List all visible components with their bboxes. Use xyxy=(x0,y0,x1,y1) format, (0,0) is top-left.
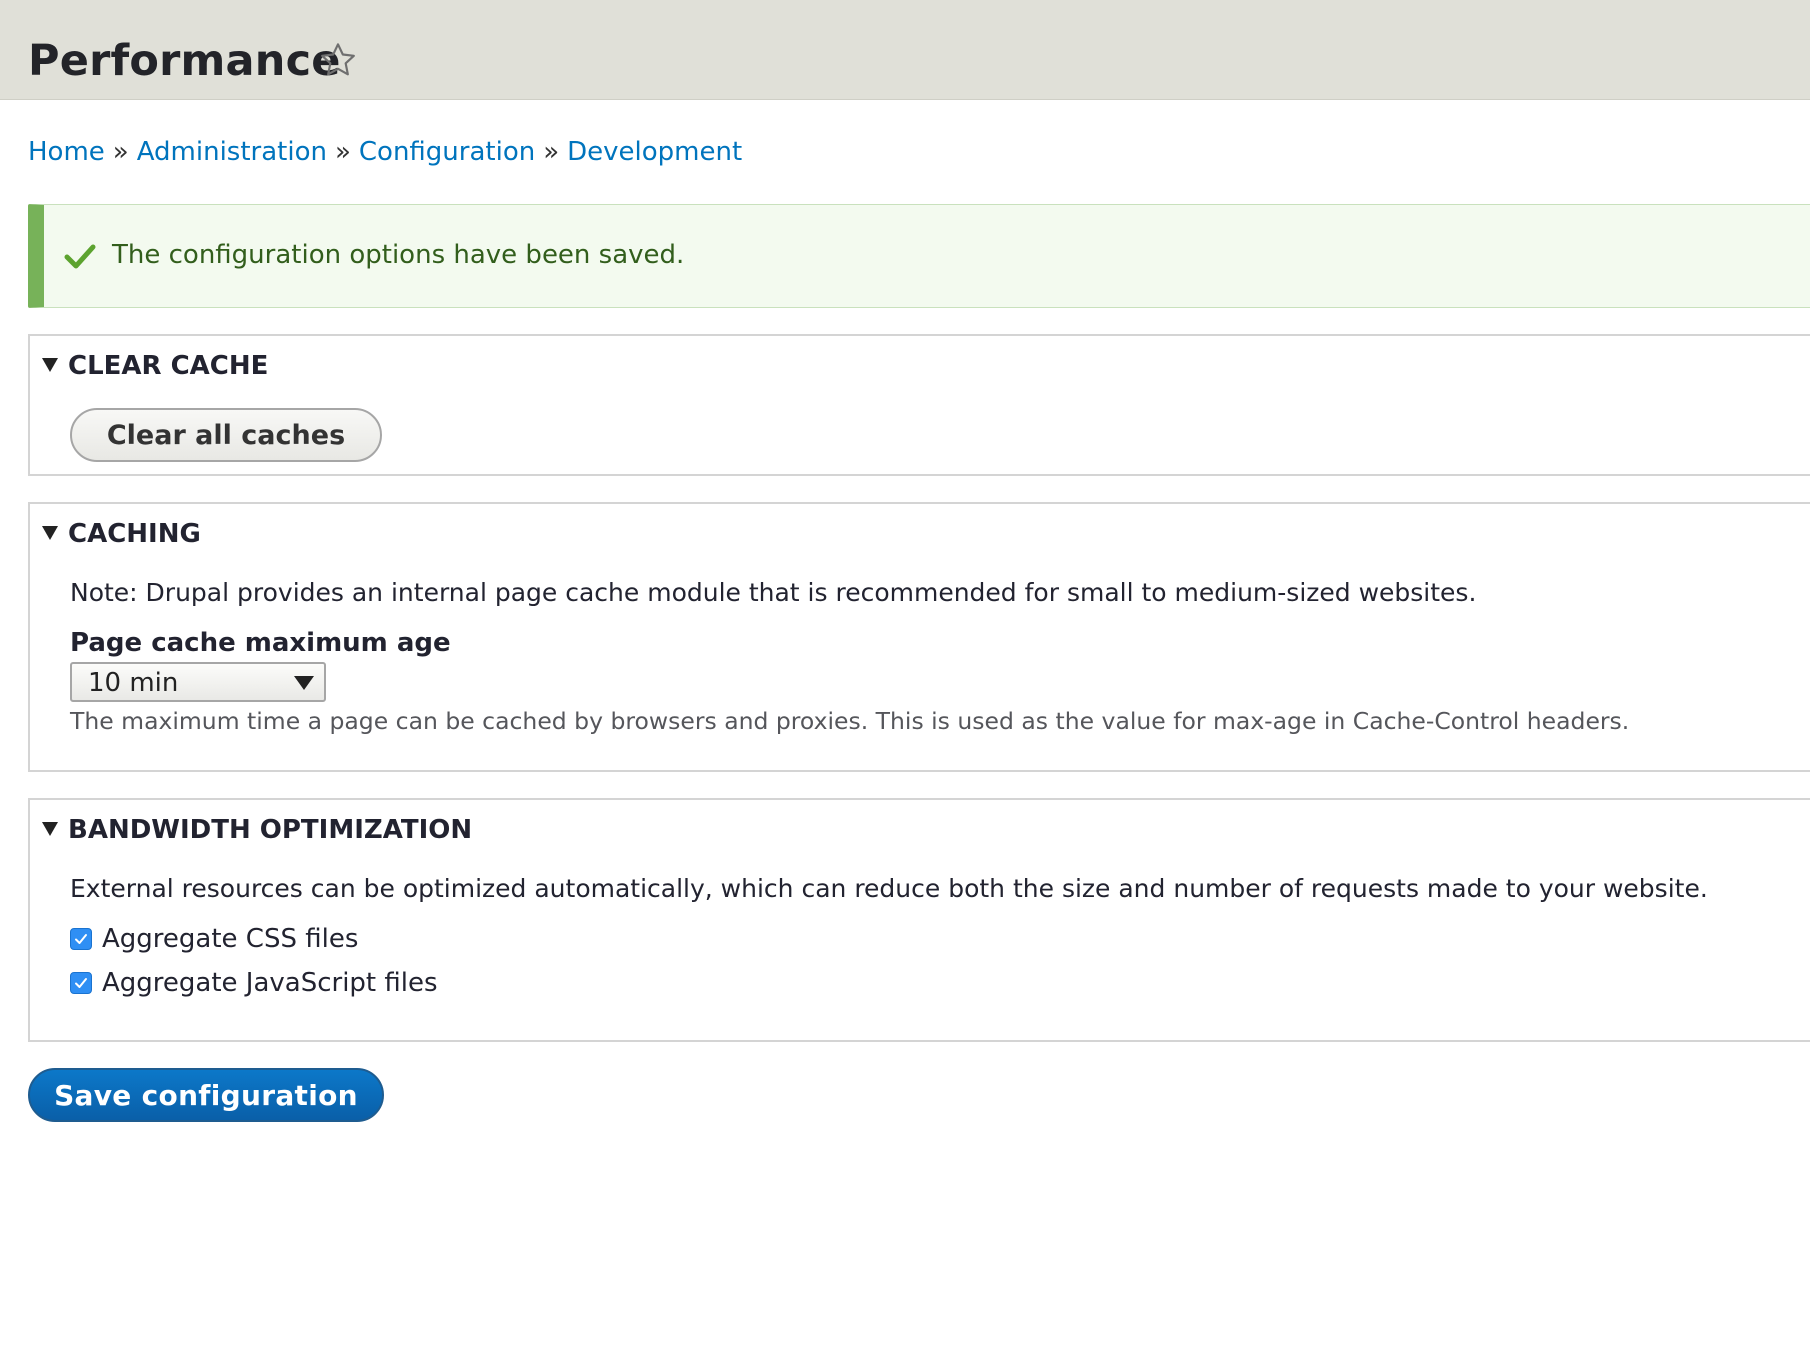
clear-cache-summary-toggle[interactable]: CLEAR CACHE xyxy=(42,350,268,382)
breadcrumb-link-configuration[interactable]: Configuration xyxy=(359,137,535,167)
page-title: Performance xyxy=(28,36,341,86)
bandwidth-summary-toggle[interactable]: BANDWIDTH OPTIMIZATION xyxy=(42,814,472,846)
dropdown-arrow-icon xyxy=(294,676,314,690)
breadcrumb-link-development[interactable]: Development xyxy=(567,137,742,167)
page-cache-max-age-help: The maximum time a page can be cached by… xyxy=(70,707,1630,735)
breadcrumb-separator: » xyxy=(543,137,560,167)
caret-down-icon xyxy=(42,357,58,372)
breadcrumb-separator: » xyxy=(334,137,351,167)
breadcrumb-link-administration[interactable]: Administration xyxy=(137,137,327,167)
breadcrumb: Home» Administration» Configuration» Develo… xyxy=(28,134,742,170)
star-outline-icon[interactable] xyxy=(318,40,358,80)
aggregate-css-checkbox[interactable] xyxy=(70,928,92,950)
checkmark-icon xyxy=(75,978,87,988)
caching-note: Note: Drupal provides an internal page c… xyxy=(70,578,1477,607)
breadcrumb-link-home[interactable]: Home xyxy=(28,137,105,167)
page-cache-max-age-label: Page cache maximum age xyxy=(70,628,451,658)
caching-summary-toggle[interactable]: CACHING xyxy=(42,518,201,550)
checkmark-icon xyxy=(75,934,87,944)
bandwidth-description: External resources can be optimized auto… xyxy=(70,874,1708,903)
clear-cache-section: CLEAR CACHE Clear all caches xyxy=(28,334,1810,476)
caret-down-icon xyxy=(42,821,58,836)
clear-cache-title: CLEAR CACHE xyxy=(68,351,269,381)
clear-all-caches-button[interactable]: Clear all caches xyxy=(70,408,382,462)
bandwidth-title: BANDWIDTH OPTIMIZATION xyxy=(68,815,473,845)
page-cache-max-age-select[interactable]: 10 min xyxy=(70,662,326,702)
aggregate-js-label[interactable]: Aggregate JavaScript files xyxy=(102,966,438,1000)
caching-section: CACHING Note: Drupal provides an interna… xyxy=(28,502,1810,772)
aggregate-js-checkbox[interactable] xyxy=(70,972,92,994)
page-header: Performance xyxy=(0,0,1810,100)
save-configuration-button[interactable]: Save configuration xyxy=(28,1068,384,1122)
bandwidth-optimization-section: BANDWIDTH OPTIMIZATION External resource… xyxy=(28,798,1810,1042)
caret-down-icon xyxy=(42,525,58,540)
breadcrumb-separator: » xyxy=(112,137,129,167)
caching-title: CACHING xyxy=(68,519,201,549)
status-message-text: The configuration options have been save… xyxy=(112,240,685,270)
aggregate-css-label[interactable]: Aggregate CSS files xyxy=(102,922,358,956)
checkmark-icon xyxy=(64,244,96,269)
select-value: 10 min xyxy=(88,668,179,698)
status-message: The configuration options have been save… xyxy=(28,204,1810,308)
